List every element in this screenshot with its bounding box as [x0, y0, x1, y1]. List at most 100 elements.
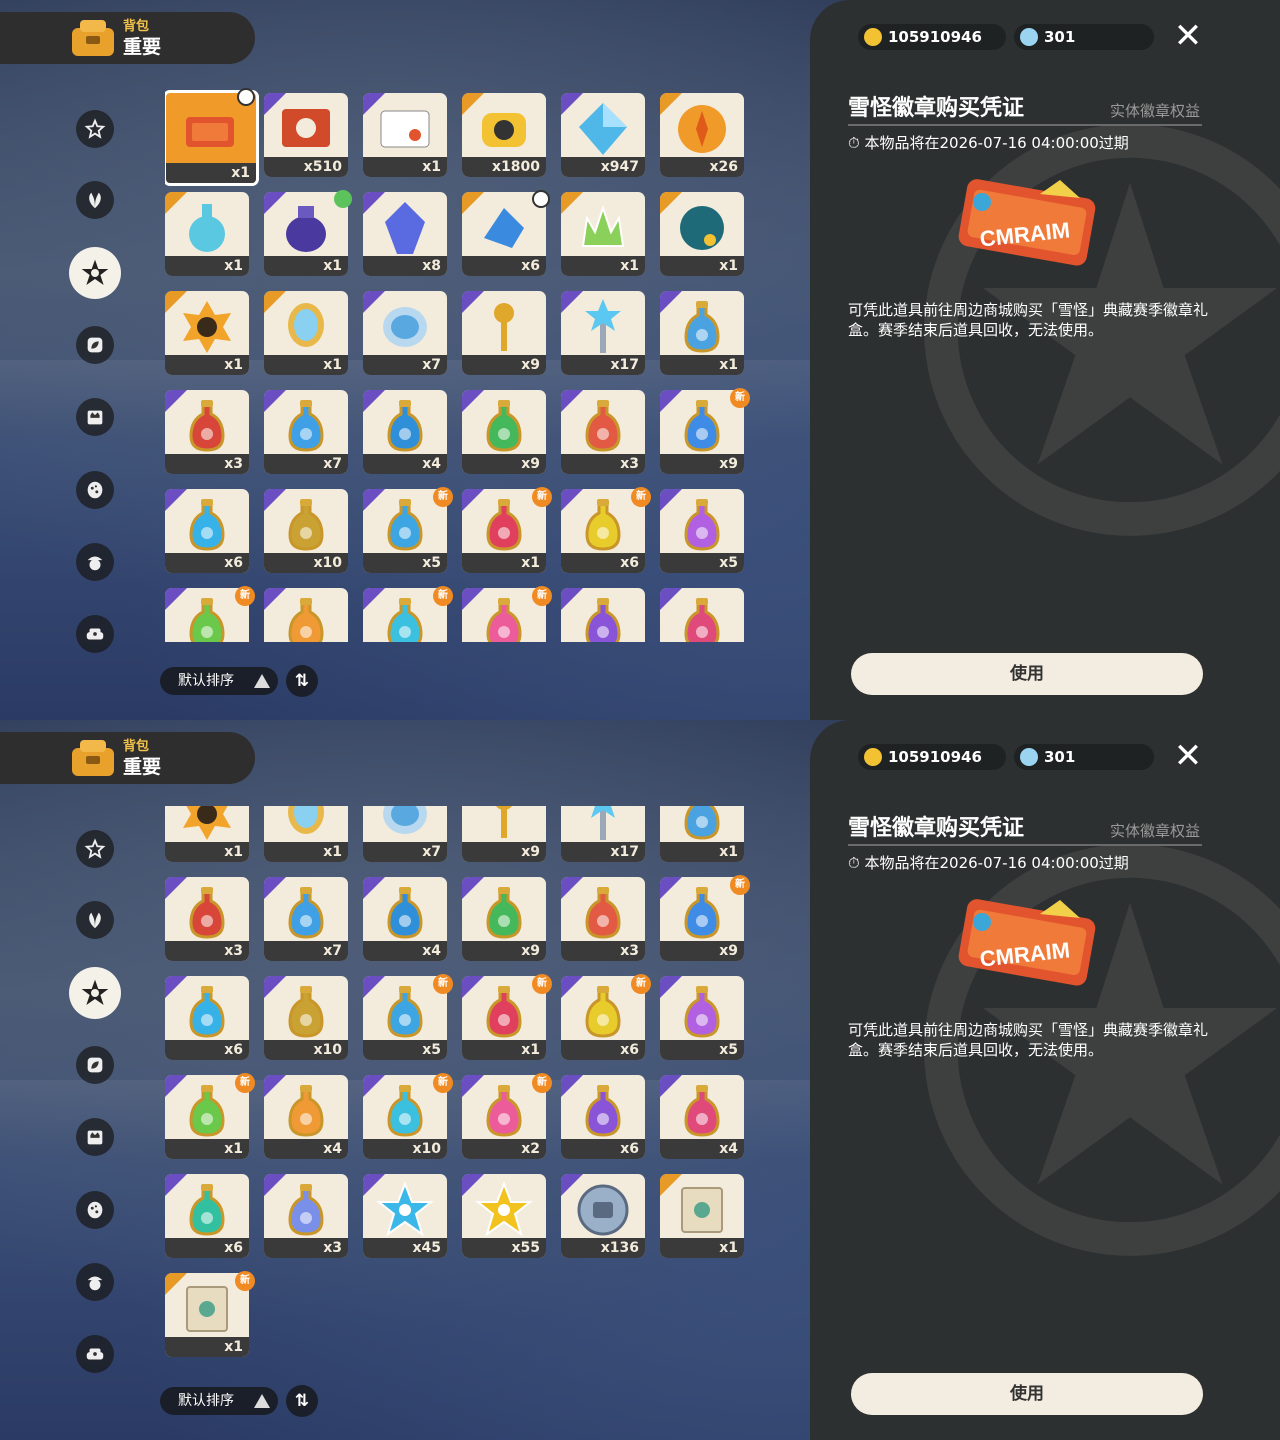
- leaf-sprout-icon[interactable]: [76, 181, 114, 219]
- ticket-icon: [186, 117, 234, 147]
- red-potion-icon: [189, 400, 225, 452]
- item-slot[interactable]: x6: [165, 489, 249, 573]
- item-quantity: x6: [462, 256, 546, 276]
- item-quantity: x9: [660, 454, 744, 474]
- item-slot[interactable]: x1: [165, 192, 249, 276]
- item-quantity: x45: [363, 1238, 447, 1258]
- item-slot[interactable]: x5: [660, 976, 744, 1060]
- item-slot[interactable]: x1: [363, 93, 447, 177]
- item-slot[interactable]: x26: [660, 93, 744, 177]
- crown-card-icon[interactable]: [76, 398, 114, 436]
- teal-potion-icon: [189, 1184, 225, 1236]
- item-slot[interactable]: x7: [363, 291, 447, 375]
- item-slot[interactable]: x6: [561, 1075, 645, 1159]
- item-slot[interactable]: x5: [660, 489, 744, 573]
- new-badge-icon: 新: [631, 974, 651, 994]
- item-slot[interactable]: x3: [561, 877, 645, 961]
- sort-dropdown[interactable]: 默认排序: [160, 667, 278, 695]
- item-slot[interactable]: x17: [561, 806, 645, 862]
- item-slot[interactable]: x17: [561, 291, 645, 375]
- item-slot[interactable]: x1: [165, 291, 249, 375]
- timer-badge-icon: [237, 88, 255, 106]
- acorn-icon[interactable]: [76, 1263, 114, 1301]
- blue-potion-icon: [684, 887, 720, 939]
- item-slot[interactable]: x7: [264, 877, 348, 961]
- item-slot[interactable]: x7: [363, 806, 447, 862]
- item-quantity: x7: [363, 355, 447, 375]
- special-star-icon[interactable]: [69, 247, 121, 299]
- item-slot[interactable]: x510: [264, 93, 348, 177]
- use-button[interactable]: 使用: [851, 1373, 1203, 1415]
- item-slot[interactable]: x136: [561, 1174, 645, 1258]
- item-slot[interactable]: x55: [462, 1174, 546, 1258]
- star-circle-icon[interactable]: [76, 830, 114, 868]
- item-slot[interactable]: x4: [363, 390, 447, 474]
- item-slot[interactable]: [264, 588, 348, 642]
- camera-icon: [482, 113, 526, 147]
- crown-card-icon[interactable]: [76, 1118, 114, 1156]
- item-grid: x1 x1 x7 x9 x17 x1 x3 x7 x4 x9 x3 x9 新 x6 x10 x5 新 x1 新 x6 新…: [165, 806, 750, 1376]
- triangle-up-icon: [254, 1394, 270, 1408]
- item-slot[interactable]: x10: [264, 489, 348, 573]
- item-slot[interactable]: x947: [561, 93, 645, 177]
- item-quantity: x947: [561, 157, 645, 177]
- item-slot[interactable]: x45: [363, 1174, 447, 1258]
- sofa-icon[interactable]: [76, 1335, 114, 1373]
- item-slot[interactable]: x3: [264, 1174, 348, 1258]
- item-slot[interactable]: x4: [660, 1075, 744, 1159]
- item-slot[interactable]: x9: [462, 877, 546, 961]
- item-slot[interactable]: x6: [165, 1174, 249, 1258]
- close-button[interactable]: ✕: [1170, 738, 1206, 774]
- item-slot[interactable]: x1: [165, 806, 249, 862]
- sort-dropdown[interactable]: 默认排序: [160, 1387, 278, 1415]
- item-slot[interactable]: x4: [264, 1075, 348, 1159]
- violet-potion-icon: [585, 598, 621, 642]
- item-slot[interactable]: x7: [264, 390, 348, 474]
- pouch-icon: [286, 206, 326, 252]
- item-slot[interactable]: x1: [660, 1174, 744, 1258]
- leaf-cube-icon[interactable]: [76, 1046, 114, 1084]
- orange-potion-icon: [288, 598, 324, 642]
- acorn-icon[interactable]: [76, 543, 114, 581]
- ticket-illustration-icon: CMRAIM: [958, 179, 1096, 266]
- sort-order-toggle[interactable]: ⇅: [286, 1385, 318, 1417]
- item-slot[interactable]: x10: [264, 976, 348, 1060]
- use-button[interactable]: 使用: [851, 653, 1203, 695]
- star-circle-icon[interactable]: [76, 110, 114, 148]
- item-slot[interactable]: [561, 588, 645, 642]
- item-quantity: x10: [264, 553, 348, 573]
- item-slot[interactable]: x3: [165, 877, 249, 961]
- item-slot[interactable]: x1800: [462, 93, 546, 177]
- item-slot[interactable]: x4: [363, 877, 447, 961]
- item-slot[interactable]: x3: [561, 390, 645, 474]
- item-slot[interactable]: x1: [660, 291, 744, 375]
- item-slot[interactable]: x8: [363, 192, 447, 276]
- item-slot[interactable]: x1: [660, 192, 744, 276]
- item-slot[interactable]: x1: [561, 192, 645, 276]
- egg-dots-icon[interactable]: [76, 471, 114, 509]
- item-slot[interactable]: x3: [165, 390, 249, 474]
- item-slot[interactable]: x1: [264, 291, 348, 375]
- sort-order-toggle[interactable]: ⇅: [286, 665, 318, 697]
- item-quantity: x5: [660, 1040, 744, 1060]
- close-button[interactable]: ✕: [1170, 18, 1206, 54]
- item-slot[interactable]: x1: [660, 806, 744, 862]
- flower-mask-icon: [183, 806, 231, 840]
- item-slot[interactable]: x9: [462, 806, 546, 862]
- item-slot[interactable]: x9: [462, 291, 546, 375]
- blue-potion-icon: [684, 400, 720, 452]
- item-slot[interactable]: x6: [165, 976, 249, 1060]
- leaf-sprout-icon[interactable]: [76, 901, 114, 939]
- special-star-icon[interactable]: [69, 967, 121, 1019]
- item-slot[interactable]: x1: [264, 806, 348, 862]
- item-slot[interactable]: [660, 588, 744, 642]
- egg-dots-icon[interactable]: [76, 1191, 114, 1229]
- item-quantity: x3: [165, 941, 249, 961]
- item-slot[interactable]: x9: [462, 390, 546, 474]
- sofa-icon[interactable]: [76, 615, 114, 653]
- item-quantity: x3: [165, 454, 249, 474]
- swirl-potion-icon: [288, 1184, 324, 1236]
- item-quantity: x1: [363, 157, 447, 177]
- item-quantity: x3: [264, 1238, 348, 1258]
- leaf-cube-icon[interactable]: [76, 326, 114, 364]
